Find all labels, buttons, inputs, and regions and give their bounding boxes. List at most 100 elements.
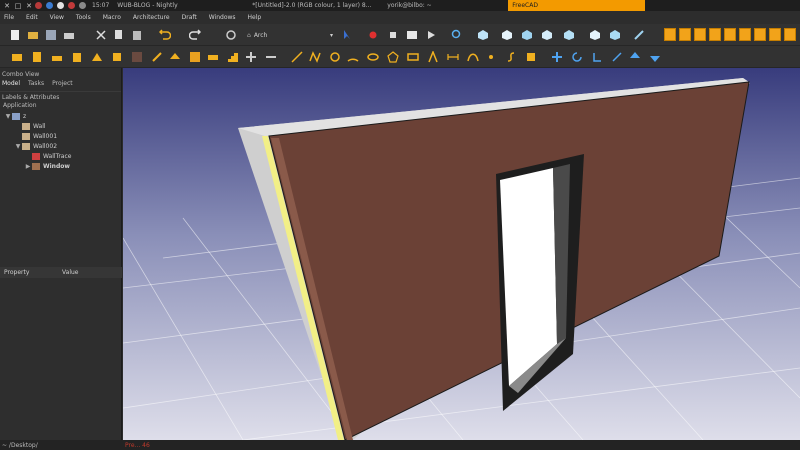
tree-item[interactable]: Wall001 [0, 131, 121, 141]
wall-tool-icon[interactable] [10, 50, 24, 64]
cut-icon[interactable] [94, 28, 108, 42]
snap-lock-icon[interactable] [664, 28, 676, 41]
window-tool-icon[interactable] [110, 50, 124, 64]
axis-tool-icon[interactable] [150, 50, 164, 64]
minimize-window-icon[interactable]: ✕ [25, 2, 33, 10]
floor-tool-icon[interactable] [50, 50, 64, 64]
snap-perpendicular-icon[interactable] [769, 28, 781, 41]
copy-icon[interactable] [112, 28, 126, 42]
application-node[interactable]: Application [0, 102, 121, 111]
expand-right-icon[interactable]: ▶ [24, 163, 32, 170]
paste-icon[interactable] [130, 28, 144, 42]
expand-down-icon[interactable]: ▼ [14, 143, 22, 150]
refresh-icon[interactable] [224, 28, 238, 42]
downgrade-tool-icon[interactable] [648, 50, 662, 64]
arc-tool-icon[interactable] [346, 50, 360, 64]
view-rear-icon[interactable] [562, 28, 576, 42]
tree-item[interactable]: Wall [0, 121, 121, 131]
remove-component-icon[interactable] [264, 50, 278, 64]
settings-icon[interactable] [79, 2, 86, 9]
point-tool-icon[interactable] [484, 50, 498, 64]
view-left-icon[interactable] [608, 28, 622, 42]
rotate-tool-icon[interactable] [570, 50, 584, 64]
structure-tool-icon[interactable] [30, 50, 44, 64]
polygon-tool-icon[interactable] [386, 50, 400, 64]
view-bottom-icon[interactable] [588, 28, 602, 42]
roof-tool-icon[interactable] [168, 50, 182, 64]
site-tool-icon[interactable] [90, 50, 104, 64]
move-tool-icon[interactable] [550, 50, 564, 64]
stairs-tool-icon[interactable] [226, 50, 240, 64]
close-window-icon[interactable]: ✕ [3, 2, 11, 10]
snap-midpoint-icon[interactable] [694, 28, 706, 41]
stop-macro-icon[interactable] [386, 28, 400, 42]
upgrade-tool-icon[interactable] [628, 50, 642, 64]
view-front-icon[interactable] [500, 28, 514, 42]
section-plane-icon[interactable] [130, 50, 144, 64]
add-component-icon[interactable] [244, 50, 258, 64]
maximize-window-icon[interactable]: □ [14, 2, 22, 10]
building-tool-icon[interactable] [70, 50, 84, 64]
snap-parallel-icon[interactable] [739, 28, 751, 41]
tree-item[interactable]: WallTrace [0, 151, 121, 161]
task-wub-blog[interactable]: WUB-BLOG - Nightly [113, 0, 248, 11]
menu-windows[interactable]: Windows [209, 14, 236, 21]
tree-item[interactable]: ▼ z [0, 111, 121, 121]
menu-architecture[interactable]: Architecture [133, 14, 170, 21]
record-macro-icon[interactable] [366, 28, 380, 42]
value-column-header[interactable]: Value [58, 269, 116, 276]
line-tool-icon[interactable] [290, 50, 304, 64]
fit-all-icon[interactable] [450, 28, 464, 42]
snap-angle-icon[interactable] [784, 28, 796, 41]
task-freecad[interactable]: FreeCAD [508, 0, 646, 11]
rectangle-tool-icon[interactable] [406, 50, 420, 64]
run-macro-icon[interactable] [424, 28, 438, 42]
menu-edit[interactable]: Edit [26, 14, 38, 21]
circle-tool-icon[interactable] [328, 50, 342, 64]
menu-view[interactable]: View [50, 14, 64, 21]
3d-viewport[interactable] [123, 68, 800, 440]
view-right-icon[interactable] [540, 28, 554, 42]
tree-item[interactable]: ▼ Wall002 [0, 141, 121, 151]
equipment-tool-icon[interactable] [206, 50, 220, 64]
terminal-icon[interactable] [57, 2, 64, 9]
bspline-tool-icon[interactable] [466, 50, 480, 64]
text-tool-icon[interactable] [426, 50, 440, 64]
wire-tool-icon[interactable] [308, 50, 322, 64]
dimension-tool-icon[interactable] [446, 50, 460, 64]
expand-down-icon[interactable]: ▼ [4, 113, 12, 120]
ellipse-tool-icon[interactable] [366, 50, 380, 64]
menu-help[interactable]: Help [248, 14, 262, 21]
print-icon[interactable] [62, 28, 76, 42]
view-top-icon[interactable] [520, 28, 534, 42]
menu-file[interactable]: File [4, 14, 14, 21]
tree-item[interactable]: ▶ Window [0, 161, 121, 171]
3d-scene[interactable] [123, 68, 800, 440]
menu-macro[interactable]: Macro [103, 14, 121, 21]
menu-draft[interactable]: Draft [182, 14, 197, 21]
trimex-tool-icon[interactable] [610, 50, 624, 64]
open-folder-icon[interactable] [26, 28, 40, 42]
task-gimp[interactable]: *[Untitled]-2.0 (RGB colour, 1 layer) 8.… [248, 0, 383, 11]
browser-icon[interactable] [68, 2, 75, 9]
view-isometric-icon[interactable] [476, 28, 490, 42]
menu-tools[interactable]: Tools [76, 14, 91, 21]
tab-tasks[interactable]: Tasks [28, 80, 44, 91]
offset-tool-icon[interactable] [590, 50, 604, 64]
files-icon[interactable] [46, 2, 53, 9]
task-terminal[interactable]: yorik@bilbo: ~ [383, 0, 508, 11]
space-tool-icon[interactable] [188, 50, 202, 64]
shapestring-tool-icon[interactable] [504, 50, 518, 64]
workbench-selector[interactable]: ⌂ Arch ▾ [247, 29, 337, 41]
measure-icon[interactable] [632, 28, 646, 42]
facebinder-icon[interactable] [524, 50, 538, 64]
save-icon[interactable] [44, 28, 58, 42]
snap-extension-icon[interactable] [754, 28, 766, 41]
undo-icon[interactable] [158, 28, 172, 42]
tab-model[interactable]: Model [2, 80, 20, 91]
tab-project[interactable]: Project [52, 80, 73, 91]
app-launcher-icon[interactable] [35, 2, 42, 9]
macro-editor-icon[interactable] [405, 28, 419, 42]
snap-grid-icon[interactable] [709, 28, 721, 41]
snap-endpoint-icon[interactable] [679, 28, 691, 41]
